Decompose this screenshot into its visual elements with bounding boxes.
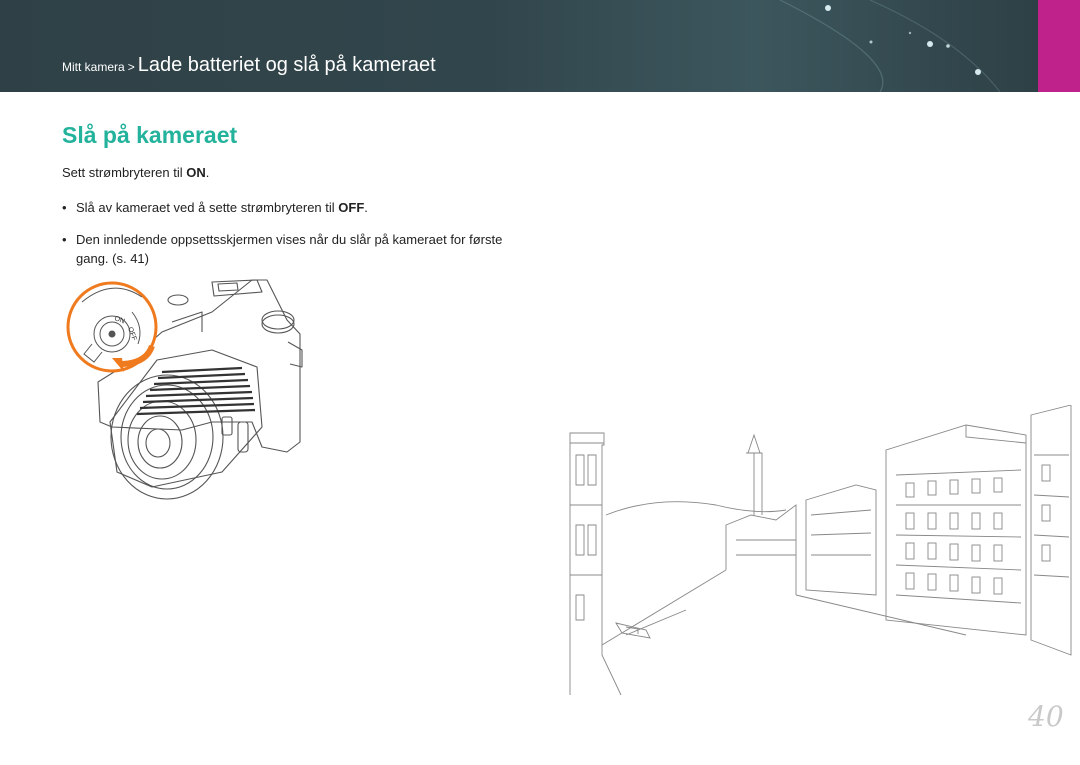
bullet-item: Slå av kameraet ved å sette strømbrytere… <box>62 198 522 217</box>
section-title: Slå på kameraet <box>62 122 238 148</box>
header-decoration <box>779 0 1001 92</box>
bullet-item: Den innledende oppsettsskjermen vises nå… <box>62 230 522 268</box>
intro-text: Sett strømbryteren til ON. <box>62 165 209 180</box>
page-number: 40 <box>1028 700 1064 733</box>
intro-bold: ON <box>186 165 206 180</box>
bullet-bold: OFF <box>338 200 365 215</box>
breadcrumb: Mitt kamera > Lade batteriet og slå på kam… <box>62 54 436 77</box>
camera-illustration: ON OFF <box>66 279 303 500</box>
breadcrumb-separator: > <box>127 60 135 74</box>
breadcrumb-parent[interactable]: Mitt kamera <box>62 60 125 74</box>
intro-suffix: . <box>205 165 210 180</box>
chapter-tab <box>1038 0 1080 92</box>
bullet-suffix: . <box>364 200 368 215</box>
bullet-prefix: Slå av kameraet ved å sette strømbrytere… <box>76 200 339 215</box>
intro-prefix: Sett strømbryteren til <box>62 165 187 180</box>
breadcrumb-current: Lade batteriet og slå på kameraet <box>137 54 436 76</box>
bullet-list: Slå av kameraet ved å sette strømbrytere… <box>62 198 522 281</box>
page-header: Mitt kamera > Lade batteriet og slå på kam… <box>0 0 1080 92</box>
city-canal-illustration <box>569 405 1072 696</box>
